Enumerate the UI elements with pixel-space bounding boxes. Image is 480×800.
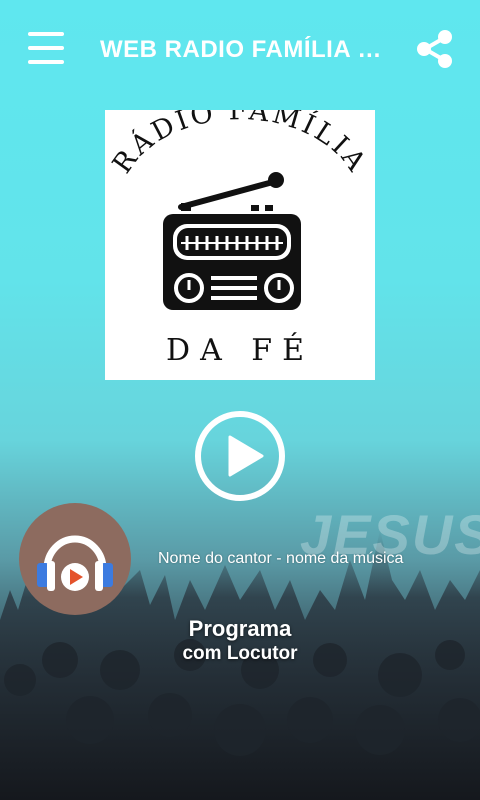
hamburger-menu-icon[interactable] [28, 32, 64, 64]
headphones-play-icon [37, 535, 113, 591]
svg-text:RÁDIO FAMÍLIA: RÁDIO FAMÍLIA [107, 110, 373, 179]
logo-top-text: RÁDIO FAMÍLIA [107, 110, 370, 179]
album-cover [19, 503, 131, 615]
station-logo: RÁDIO FAMÍLIA DA FÉ [105, 110, 375, 380]
play-button[interactable] [194, 410, 286, 502]
play-icon [195, 411, 285, 501]
program-info: Programa com Locutor [140, 616, 340, 666]
logo-bottom-text: DA FÉ [166, 332, 314, 368]
program-host: com Locutor [182, 643, 298, 664]
radio-icon [163, 172, 301, 310]
app-title: WEB RADIO FAMÍLIA … [100, 36, 382, 63]
share-icon[interactable] [414, 28, 456, 70]
song-info-text: Nome do cantor - nome da música [158, 550, 404, 567]
app-bar: WEB RADIO FAMÍLIA … [0, 0, 480, 100]
now-playing-row: Nome do cantor - nome da música [0, 500, 480, 620]
program-title: Programa [188, 616, 292, 641]
